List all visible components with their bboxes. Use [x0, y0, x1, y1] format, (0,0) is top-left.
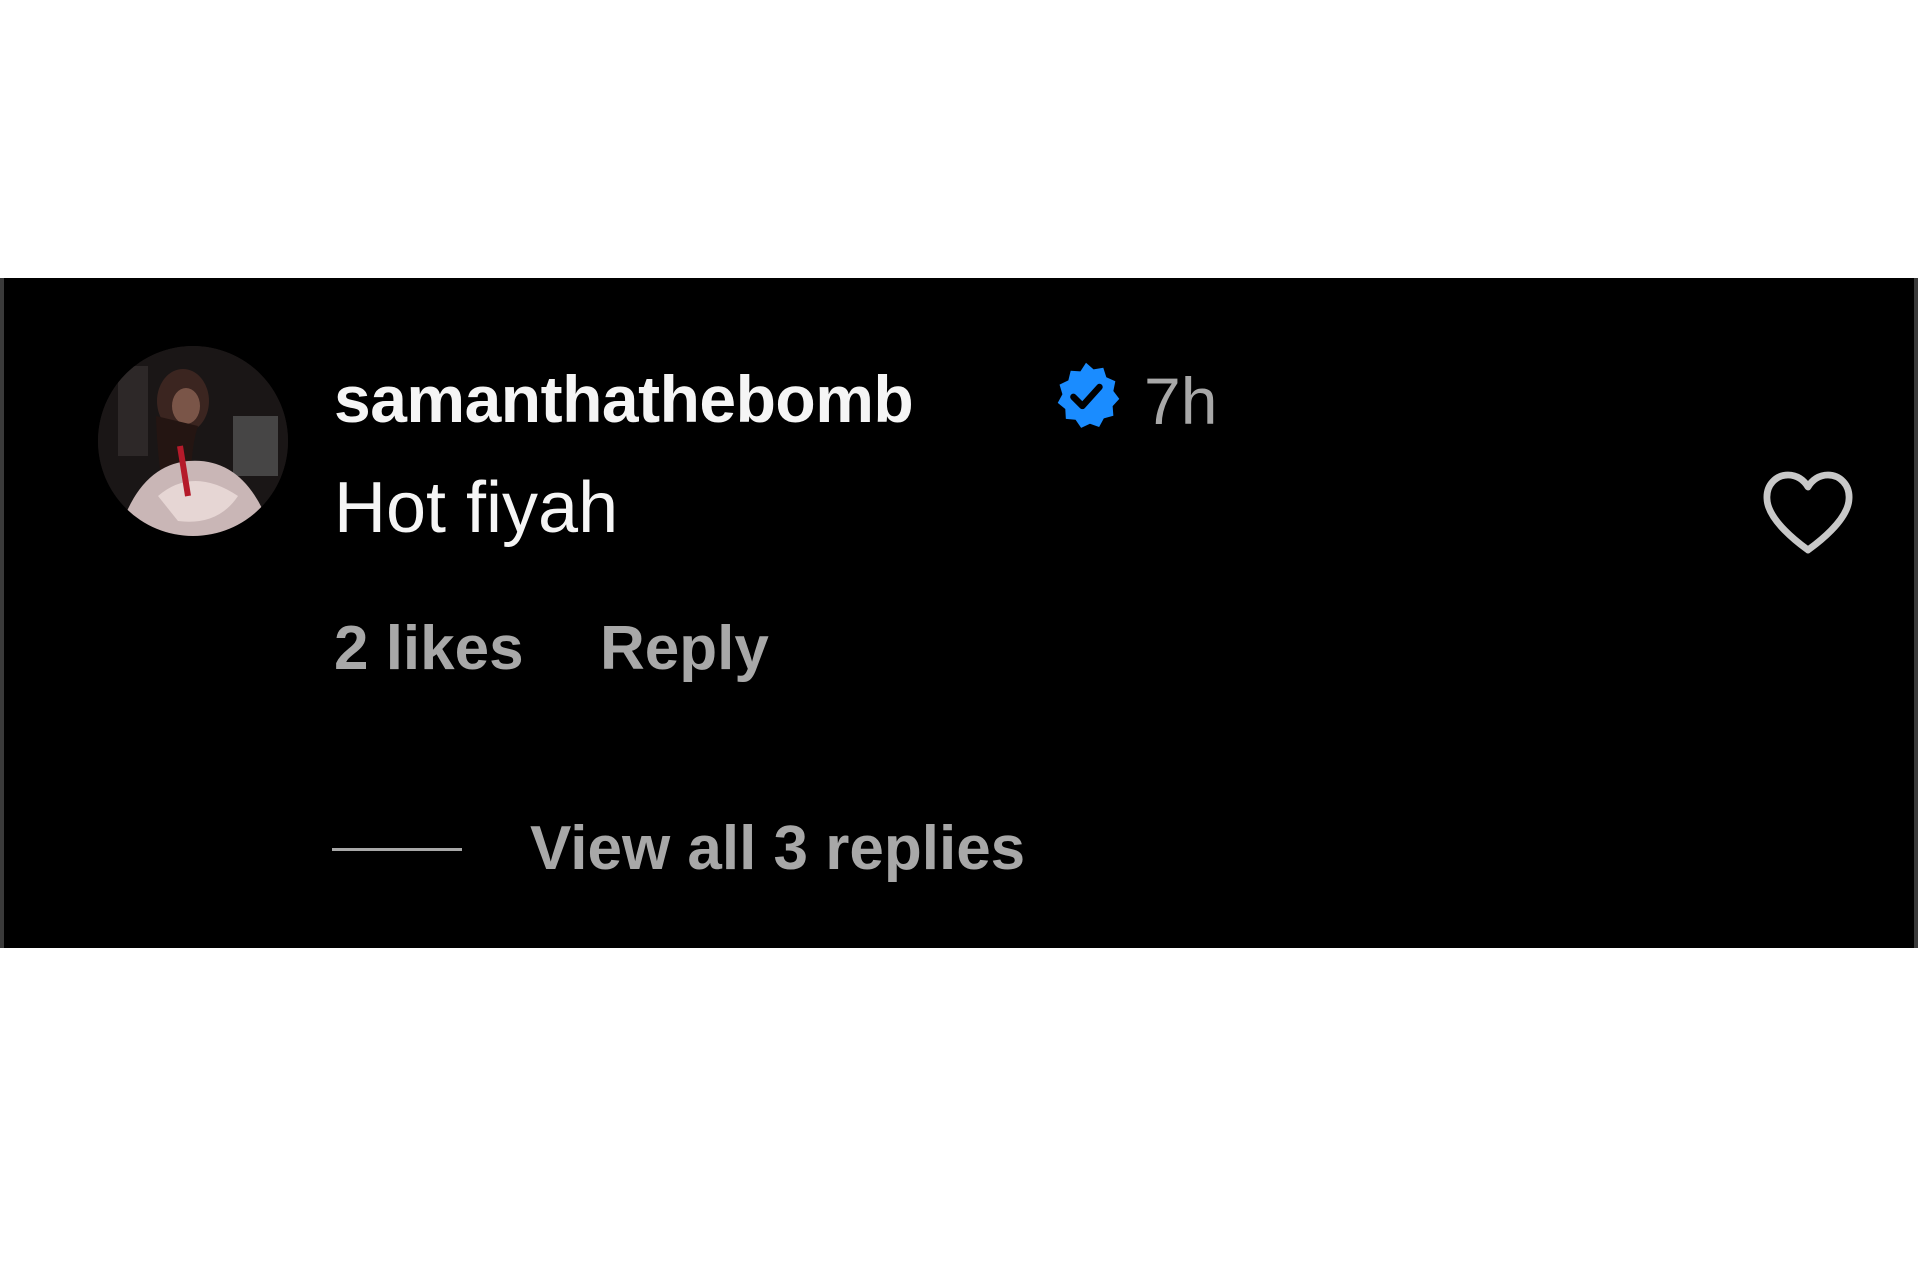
heart-outline-icon[interactable] — [1760, 468, 1856, 556]
view-replies-toggle[interactable]: View all 3 replies — [332, 814, 1025, 884]
reply-button[interactable]: Reply — [600, 618, 769, 680]
replies-divider-line — [332, 847, 462, 851]
comment-text: Hot fiyah — [334, 468, 619, 548]
avatar[interactable] — [98, 346, 288, 536]
comment-container: samanthathebomb 7h Hot fiyah 2 likes Rep… — [0, 278, 1918, 948]
view-replies-label: View all 3 replies — [530, 814, 1026, 883]
verified-badge-icon — [1057, 362, 1120, 428]
likes-count[interactable]: 2 likes — [334, 618, 524, 680]
comment-timestamp: 7h — [1144, 364, 1218, 438]
comment-username[interactable]: samanthathebomb — [334, 366, 914, 432]
avatar-image — [98, 346, 288, 536]
